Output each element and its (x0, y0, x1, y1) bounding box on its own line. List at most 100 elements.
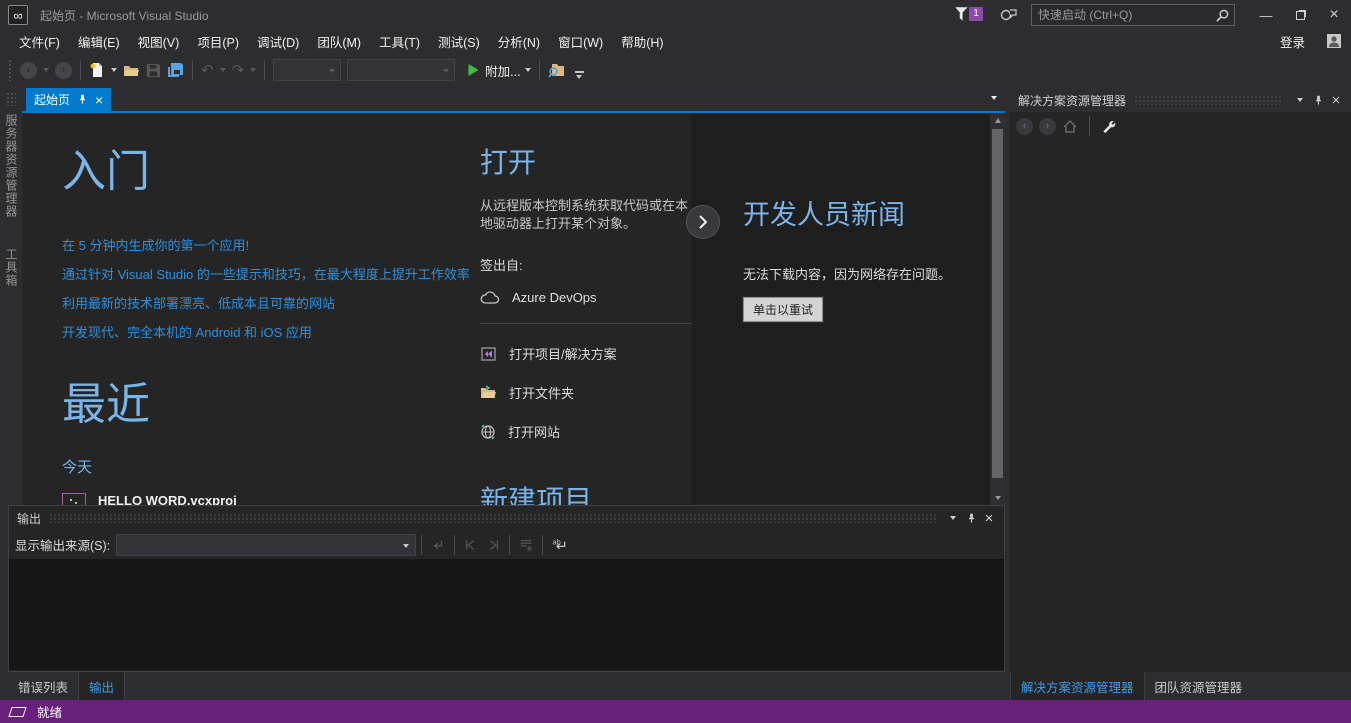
panel-dropdown-button[interactable] (1291, 91, 1309, 109)
window-title: 起始页 - Microsoft Visual Studio (40, 8, 209, 23)
solution-configurations-combobox[interactable] (273, 59, 342, 81)
menu-edit[interactable]: 编辑(E) (69, 30, 129, 53)
open-folder-icon (124, 65, 139, 76)
word-wrap-button[interactable]: ab (548, 535, 570, 555)
tab-team-explorer[interactable]: 团队资源管理器 (1145, 672, 1253, 702)
goto-source-button[interactable] (427, 535, 449, 555)
forward-button[interactable]: › (1039, 117, 1056, 135)
redo-button[interactable]: ↷ (229, 58, 248, 82)
vs-project-icon (481, 346, 496, 361)
solution-explorer-titlebar[interactable]: 解决方案资源管理器 × (1010, 88, 1351, 112)
toolbar-overflow-button[interactable] (574, 71, 584, 79)
close-button[interactable]: × (1317, 2, 1351, 28)
document-well: 起始页 × 开发人员新闻 无法下载内容，因为网络存在问题。 单击以重试 入门 在… (22, 88, 1005, 505)
menu-test[interactable]: 测试(S) (429, 30, 489, 53)
azure-devops-link[interactable]: Azure DevOps (480, 290, 692, 305)
close-tab-icon[interactable]: × (95, 93, 103, 107)
save-button[interactable] (143, 58, 164, 82)
link-build-first-app[interactable]: 在 5 分钟内生成你的第一个应用! (62, 237, 482, 255)
recent-project-name: HELLO WORD.vcxproj (98, 493, 237, 505)
link-android-ios-apps[interactable]: 开发现代、完全本机的 Android 和 iOS 应用 (62, 324, 482, 342)
tab-solution-explorer[interactable]: 解决方案资源管理器 (1010, 672, 1145, 703)
sidebar-tab-server-explorer[interactable]: 服务器资源管理器 (0, 106, 23, 226)
output-source-combobox[interactable] (116, 533, 417, 556)
link-deploy-website[interactable]: 利用最新的技术部署漂亮、低成本且可靠的网站 (62, 295, 482, 313)
new-file-button[interactable] (86, 58, 108, 82)
checkout-label: 签出自: (480, 258, 523, 273)
start-debug-button[interactable]: 附加... (464, 58, 533, 82)
tab-start-page[interactable]: 起始页 × (26, 88, 112, 111)
restore-button[interactable] (1283, 2, 1317, 28)
scrollbar-up-button[interactable] (990, 113, 1005, 128)
open-description: 从远程版本控制系统获取代码或在本地驱动器上打开某个对象。 (480, 198, 689, 231)
document-well-dropdown[interactable] (991, 96, 997, 100)
open-file-button[interactable] (120, 58, 143, 82)
open-website-link[interactable]: 打开网站 (480, 422, 692, 441)
toolbar-grip[interactable] (8, 59, 13, 81)
sign-in-button[interactable]: 登录 (1280, 32, 1305, 51)
solution-explorer-content[interactable] (1010, 140, 1351, 672)
undo-button[interactable]: ↶ (198, 58, 217, 82)
pin-icon[interactable] (77, 94, 88, 105)
link-tips-and-tricks[interactable]: 通过针对 Visual Studio 的一些提示和技巧，在最大程度上提升工作效率 (62, 266, 482, 284)
menu-team[interactable]: 团队(M) (308, 30, 370, 53)
scrollbar-down-button[interactable] (990, 490, 1005, 505)
output-content[interactable] (9, 559, 1004, 670)
recent-project-item[interactable]: HELLO WORD.vcxproj D:\VS2015\HELLO WORD\… (62, 493, 482, 505)
menu-help[interactable]: 帮助(H) (612, 30, 672, 53)
notifications-button[interactable]: 1 (953, 5, 983, 25)
previous-message-button[interactable] (460, 535, 482, 555)
status-text: 就绪 (37, 706, 63, 720)
feedback-button[interactable] (999, 7, 1017, 23)
menu-tools[interactable]: 工具(T) (370, 30, 429, 53)
menu-window[interactable]: 窗口(W) (549, 30, 612, 53)
panel-pin-button[interactable] (1309, 91, 1327, 109)
scrollbar-thumb[interactable] (992, 129, 1003, 478)
open-section: 打开 从远程版本控制系统获取代码或在本地驱动器上打开某个对象。 签出自: Azu… (480, 113, 692, 505)
menu-file[interactable]: 文件(F) (10, 30, 69, 53)
retry-button[interactable]: 单击以重试 (741, 296, 825, 323)
save-all-button[interactable] (164, 58, 187, 82)
tab-error-list[interactable]: 错误列表 (8, 672, 78, 702)
tab-output[interactable]: 输出 (78, 672, 126, 703)
solution-explorer-panel: 解决方案资源管理器 × ‹ › (1010, 88, 1351, 672)
notification-badge: 1 (969, 7, 983, 21)
find-in-files-button[interactable] (545, 58, 569, 82)
feedback-smiley-icon (1000, 9, 1017, 21)
open-folder-label: 打开文件夹 (509, 386, 575, 401)
undo-dropdown[interactable] (217, 58, 229, 82)
open-project-link[interactable]: 打开项目/解决方案 (480, 344, 692, 363)
menu-debug[interactable]: 调试(D) (248, 30, 308, 53)
navigate-backward-dropdown[interactable] (40, 58, 52, 82)
new-file-dropdown[interactable] (108, 58, 120, 82)
quick-launch-input[interactable] (1032, 5, 1210, 25)
back-button[interactable]: ‹ (1016, 117, 1033, 135)
menu-view[interactable]: 视图(V) (129, 30, 189, 53)
redo-dropdown[interactable] (247, 58, 259, 82)
clear-all-button[interactable] (515, 535, 537, 555)
panel-dropdown-button[interactable] (944, 509, 962, 527)
panel-close-button[interactable]: × (980, 509, 998, 527)
news-error-text: 无法下载内容，因为网络存在问题。 (743, 267, 952, 282)
open-folder-link[interactable]: 打开文件夹 (480, 383, 692, 402)
menu-analyze[interactable]: 分析(N) (489, 30, 549, 53)
output-panel: 输出 × 显示输出来源(S): ab (8, 505, 1005, 672)
menu-project[interactable]: 项目(P) (188, 30, 248, 53)
sidebar-tab-toolbox[interactable]: 工具箱 (0, 240, 23, 295)
output-titlebar[interactable]: 输出 × (9, 506, 1004, 530)
minimize-button[interactable]: — (1249, 2, 1283, 28)
solution-platforms-combobox[interactable] (347, 59, 456, 81)
news-next-page-button[interactable] (686, 205, 720, 239)
panel-pin-button[interactable] (962, 509, 980, 527)
navigate-forward-button[interactable]: › (52, 58, 75, 82)
account-button[interactable] (1323, 30, 1345, 52)
properties-wrench-icon[interactable] (1101, 119, 1116, 134)
output-source-label: 显示输出来源(S): (15, 539, 111, 553)
next-message-button[interactable] (482, 535, 504, 555)
navigate-backward-button[interactable]: ‹ (17, 58, 40, 82)
azure-devops-label: Azure DevOps (512, 290, 597, 305)
getting-started-title: 入门 (62, 147, 150, 196)
panel-close-button[interactable]: × (1327, 91, 1345, 109)
start-page-scrollbar[interactable] (990, 113, 1005, 505)
home-icon[interactable] (1062, 119, 1078, 134)
